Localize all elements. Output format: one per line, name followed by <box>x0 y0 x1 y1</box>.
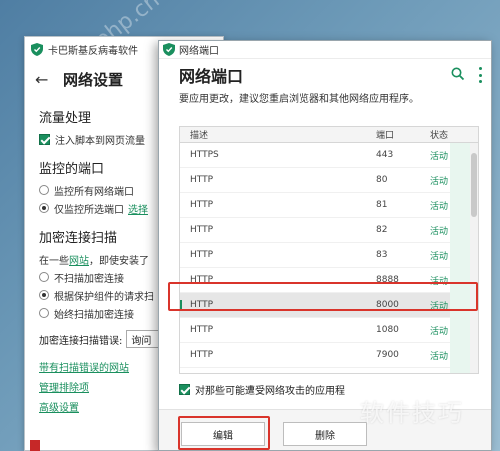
column-header-port[interactable]: 端口 <box>376 128 430 141</box>
table-body: HTTPS 443 活动 HTTP 80 活动 HTTP 81 活动 HTTP 82 活动 HTTP 83… <box>180 143 478 375</box>
table-row[interactable]: HTTPS 443 活动 <box>180 143 478 168</box>
inject-script-checkbox[interactable] <box>39 133 50 145</box>
attack-apps-option[interactable]: 对那些可能遭受网络攻击的应用程 <box>179 382 345 397</box>
cell-desc: HTTP <box>190 325 214 335</box>
scan-always-radio[interactable] <box>39 308 49 318</box>
cell-desc: HTTPS <box>190 150 219 160</box>
monitor-all-ports-label: 监控所有网络端口 <box>54 186 134 198</box>
cell-desc: HTTP <box>190 225 214 235</box>
dialog-titlebar: 网络端口 <box>159 41 491 59</box>
scan-none-radio[interactable] <box>39 272 49 282</box>
select-ports-link[interactable]: 选择 <box>128 201 148 216</box>
websites-link[interactable]: 网站 <box>69 252 89 267</box>
dialog-header: 网络端口 <box>159 59 491 91</box>
kaspersky-shield-icon <box>31 42 43 56</box>
scan-errors-label: 加密连接扫描错误: <box>39 335 123 347</box>
highlight-box-selected-row <box>168 282 478 311</box>
dialog-title: 网络端口 <box>179 67 244 86</box>
attack-apps-checkbox[interactable] <box>179 384 190 395</box>
dialog-description: 要应用更改，建议您重启浏览器和其他网络应用程序。 <box>179 94 419 105</box>
help-icon[interactable] <box>451 67 465 81</box>
cell-desc: HTTP <box>190 175 214 185</box>
taskbar-app-icon[interactable] <box>30 440 40 451</box>
cell-desc: HTTP <box>190 350 214 360</box>
inject-script-label: 注入脚本到网页流量 <box>55 135 145 147</box>
table-header: 描述 端口 状态 <box>180 127 478 143</box>
column-header-description[interactable]: 描述 <box>180 128 376 141</box>
cell-port: 1080 <box>376 325 399 335</box>
ports-table: 描述 端口 状态 HTTPS 443 活动 HTTP 80 活动 HTTP 81 活动 HTTP 8… <box>179 126 479 374</box>
page-title: 网络设置 <box>63 70 124 89</box>
scan-on-request-label: 根据保护组件的请求扫 <box>54 291 154 303</box>
table-scrollbar[interactable] <box>470 143 478 373</box>
scan-none-label: 不扫描加密连接 <box>54 273 124 285</box>
cell-port: 82 <box>376 225 388 235</box>
cell-desc: HTTP <box>190 200 214 210</box>
cell-port: 443 <box>376 150 394 160</box>
network-ports-dialog: 网络端口 网络端口 要应用更改，建议您重启浏览器和其他网络应用程序。 描述 端口… <box>158 40 492 451</box>
cell-status: 活动 <box>430 374 470 375</box>
kaspersky-shield-icon <box>163 43 175 56</box>
scan-on-request-radio[interactable] <box>39 290 49 300</box>
cell-port: 83 <box>376 250 388 260</box>
highlight-box-edit-button <box>178 416 270 450</box>
main-window-title: 卡巴斯基反病毒软件 <box>48 45 138 57</box>
table-row[interactable]: HTTP 83 活动 <box>180 243 478 268</box>
column-header-status[interactable]: 状态 <box>430 128 470 141</box>
table-row[interactable]: HTTP8080活动 <box>180 368 478 375</box>
cell-desc: HTTP <box>190 250 214 260</box>
more-options-icon[interactable] <box>477 67 483 83</box>
monitor-selected-ports-label: 仅监控所选端口 <box>54 204 124 216</box>
cell-port: 80 <box>376 175 388 185</box>
encrypted-note-suffix: ，即使安装了 <box>89 255 149 267</box>
cell-port: 81 <box>376 200 388 210</box>
table-row[interactable]: HTTP 81 活动 <box>180 193 478 218</box>
scan-always-label: 始终扫描加密连接 <box>54 309 134 321</box>
table-row[interactable]: HTTP 80 活动 <box>180 168 478 193</box>
table-row[interactable]: HTTP 82 活动 <box>180 218 478 243</box>
table-row[interactable]: HTTP 7900 活动 <box>180 343 478 368</box>
back-arrow-icon[interactable]: ← <box>35 70 55 89</box>
attack-apps-label: 对那些可能遭受网络攻击的应用程 <box>195 386 345 397</box>
monitor-all-ports-radio[interactable] <box>39 185 49 195</box>
scrollbar-thumb[interactable] <box>471 153 477 217</box>
delete-button[interactable]: 删除 <box>283 422 367 446</box>
monitor-selected-ports-radio[interactable] <box>39 203 49 213</box>
encrypted-note-prefix: 在一些 <box>39 255 69 267</box>
watermark-text: 软件技巧 <box>360 399 464 427</box>
table-row[interactable]: HTTP 1080 活动 <box>180 318 478 343</box>
taskbar-fragment <box>30 440 40 451</box>
dialog-titlebar-text: 网络端口 <box>179 46 219 57</box>
cell-port: 7900 <box>376 350 399 360</box>
